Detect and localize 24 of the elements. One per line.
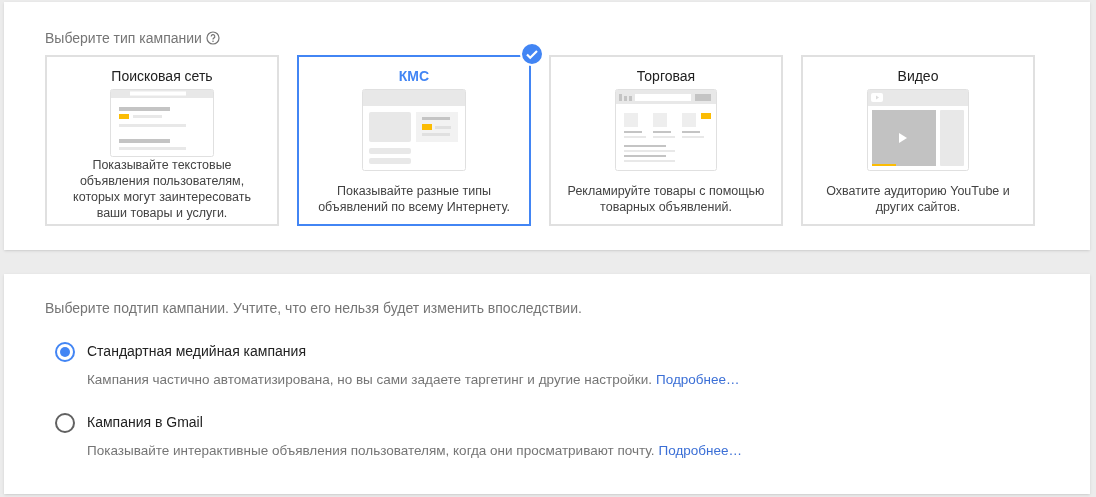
- section-label: Выберите тип кампании: [45, 28, 202, 48]
- campaign-type-card[interactable]: Поисковая сеть Показывайте текстовые объявления пользователям, которых могут заинтересовать ваши товары и услуги.: [45, 55, 279, 226]
- checkmark-icon: [520, 42, 544, 66]
- option-description: Кампания частично автоматизирована, но вы сами задаете таргетинг и другие настройки.: [87, 371, 653, 389]
- card-description: Показывайте текстовые объявления пользователям, которых могут заинтересовать ваши товары и услуги.: [72, 157, 252, 221]
- radio-button[interactable]: [55, 412, 75, 433]
- card-title: Торговая: [636, 67, 696, 86]
- card-title: КМС: [398, 67, 430, 86]
- option-title: Кампания в Gmail: [87, 413, 203, 433]
- card-description: Охватите аудиторию YouTube и других сайтов.: [825, 183, 1011, 215]
- card-description: Показывайте разные типы объявлений по всему Интернету.: [317, 183, 511, 215]
- learn-more-link[interactable]: Подробнее…: [656, 370, 740, 391]
- learn-more-link[interactable]: Подробнее…: [658, 441, 742, 462]
- campaign-type-card[interactable]: Видео Охватите аудиторию YouTube и других сайтов.: [801, 55, 1035, 226]
- card-description: Рекламируйте товары с помощью товарных объявлений.: [566, 183, 766, 215]
- option-description: Показывайте интерактивные объявления пользователям, когда они просматривают почту.: [87, 442, 655, 461]
- card-title: Видео: [897, 67, 939, 86]
- option-title: Стандартная медийная кампания: [87, 342, 306, 361]
- campaign-type-card[interactable]: Торговая Рекламируйте товары с помощью товарных объявлений.: [549, 55, 783, 226]
- section-label: Выберите подтип кампании. Учтите, что его нельзя будет изменить впоследствии.: [45, 299, 583, 318]
- campaign-type-card[interactable]: КМС Показывайте разные типы объявлений по всему Интернету.: [297, 55, 531, 226]
- card-title: Поисковая сеть: [111, 67, 213, 86]
- help-icon[interactable]: [205, 31, 220, 45]
- radio-button[interactable]: [55, 341, 75, 362]
